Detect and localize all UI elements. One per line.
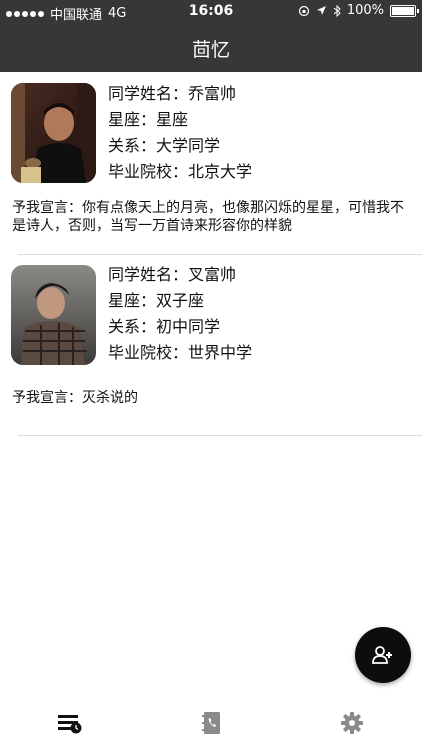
orientation-lock-icon — [298, 5, 309, 16]
school-row: 毕业院校：世界中学 — [108, 340, 252, 366]
school-label: 毕业院校： — [108, 343, 189, 362]
avatar[interactable] — [11, 265, 96, 365]
name-row: 同学姓名：叉富帅 — [108, 262, 252, 288]
declaration: 予我宣言：灭杀说的 — [12, 389, 407, 407]
zodiac-value: 双子座 — [156, 291, 205, 310]
relation-row: 关系：初中同学 — [108, 314, 252, 340]
avatar-photo — [11, 83, 96, 183]
zodiac-row: 星座：星座 — [108, 107, 252, 133]
classmate-info: 同学姓名：乔富帅 星座：星座 关系：大学同学 毕业院校：北京大学 — [108, 81, 252, 185]
phone-book-icon — [202, 712, 220, 734]
nav-bar: 茴忆 — [0, 24, 422, 72]
declaration-label: 予我宣言： — [12, 200, 82, 216]
battery-icon — [390, 4, 419, 17]
relation-value: 初中同学 — [156, 317, 221, 336]
declaration-label: 予我宣言： — [12, 390, 82, 406]
page-title: 茴忆 — [191, 39, 230, 61]
declaration-text: 灭杀说的 — [82, 390, 138, 406]
add-person-icon — [372, 646, 392, 664]
relation-value: 大学同学 — [156, 136, 221, 155]
name-value: 叉富帅 — [188, 265, 237, 284]
zodiac-label: 星座： — [108, 291, 157, 310]
add-classmate-button[interactable] — [355, 627, 411, 683]
classmate-info: 同学姓名：叉富帅 星座：双子座 关系：初中同学 毕业院校：世界中学 — [108, 262, 252, 366]
school-value: 北京大学 — [188, 162, 253, 181]
tab-settings[interactable] — [282, 696, 422, 750]
school-value: 世界中学 — [188, 343, 253, 362]
avatar[interactable] — [11, 83, 96, 183]
relation-label: 关系： — [108, 317, 157, 336]
avatar-photo — [11, 265, 96, 365]
status-bar: 中国联通 4G 16:06 100% — [0, 0, 422, 24]
tab-bar — [0, 696, 422, 750]
list-clock-icon — [58, 715, 82, 734]
name-label: 同学姓名： — [108, 265, 189, 284]
status-right: 100% — [298, 3, 419, 18]
name-row: 同学姓名：乔富帅 — [108, 81, 252, 107]
declaration: 予我宣言：你有点像天上的月亮，也像那闪烁的星星，可惜我不是诗人，否则，当写一万首… — [12, 199, 407, 235]
zodiac-value: 星座 — [156, 110, 189, 129]
name-value: 乔富帅 — [188, 84, 237, 103]
school-row: 毕业院校：北京大学 — [108, 159, 252, 185]
location-arrow-icon — [316, 6, 326, 15]
tab-contacts[interactable] — [141, 696, 281, 750]
gear-icon — [341, 712, 363, 734]
battery-percent: 100% — [346, 3, 384, 18]
relation-label: 关系： — [108, 136, 157, 155]
tab-list[interactable] — [0, 696, 140, 750]
zodiac-label: 星座： — [108, 110, 157, 129]
bluetooth-icon — [333, 4, 341, 17]
divider — [18, 435, 422, 436]
relation-row: 关系：大学同学 — [108, 133, 252, 159]
classmate-card[interactable]: 同学姓名：乔富帅 星座：星座 关系：大学同学 毕业院校：北京大学 予我宣言：你有… — [0, 72, 422, 254]
school-label: 毕业院校： — [108, 162, 189, 181]
classmate-card[interactable]: 同学姓名：叉富帅 星座：双子座 关系：初中同学 毕业院校：世界中学 予我宣言：灭… — [0, 255, 422, 435]
name-label: 同学姓名： — [108, 84, 189, 103]
zodiac-row: 星座：双子座 — [108, 288, 252, 314]
